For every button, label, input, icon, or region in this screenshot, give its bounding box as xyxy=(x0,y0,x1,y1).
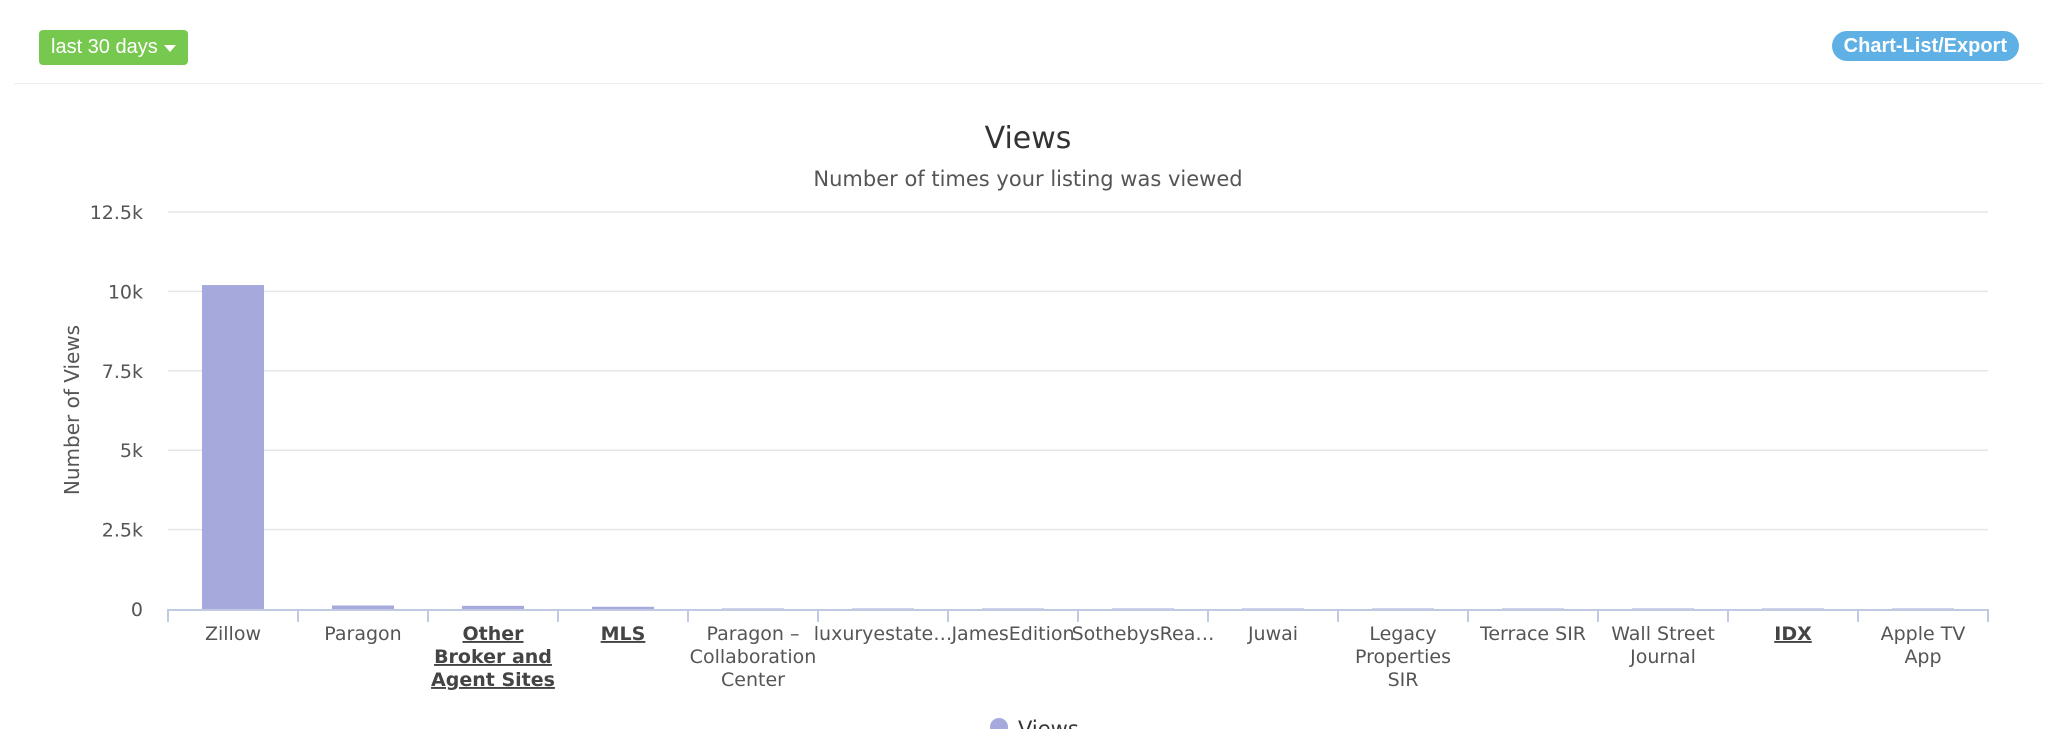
bar-10[interactable] xyxy=(1372,608,1434,610)
chart-subtitle: Number of times your listing was viewed xyxy=(813,167,1242,191)
bar-5[interactable] xyxy=(722,608,784,610)
x-tick-label: Juwai xyxy=(1247,623,1298,645)
bar-13[interactable] xyxy=(1762,608,1824,610)
bar-3[interactable] xyxy=(462,605,524,609)
x-tick-label[interactable]: MLS xyxy=(601,623,646,645)
x-tick-label: Apple TV App xyxy=(1881,623,1966,668)
x-tick-label: Paragon xyxy=(324,623,401,645)
bar-6[interactable] xyxy=(852,608,914,610)
x-tick-label: Terrace SIR xyxy=(1479,623,1586,645)
y-tick-label: 0 xyxy=(131,599,143,621)
chart-legend[interactable]: Views xyxy=(990,717,1079,729)
bar-1[interactable] xyxy=(202,285,264,609)
legend-marker-views xyxy=(990,718,1008,729)
x-tick-label: Legacy Properties SIR xyxy=(1355,623,1451,691)
x-tick-label: SothebysRea… xyxy=(1072,623,1215,645)
y-axis-ticks: 0 2.5k 5k 7.5k 10k 12.5k xyxy=(90,202,143,621)
x-tick-label: Wall Street Journal xyxy=(1611,623,1715,668)
bar-14[interactable] xyxy=(1892,608,1954,610)
bar-7[interactable] xyxy=(982,608,1044,610)
y-tick-label: 10k xyxy=(108,281,143,303)
bar-12[interactable] xyxy=(1632,608,1694,610)
bar-9[interactable] xyxy=(1242,608,1304,610)
bar-2[interactable] xyxy=(332,605,394,609)
y-tick-label: 7.5k xyxy=(102,361,143,383)
x-tick-label: JamesEdition xyxy=(950,623,1074,645)
grid-lines xyxy=(168,211,1988,531)
x-tick-label: luxuryestate… xyxy=(814,623,952,645)
y-tick-label: 12.5k xyxy=(90,202,143,224)
views-chart: Views Number of times your listing was v… xyxy=(60,121,1989,729)
legend-label-views[interactable]: Views xyxy=(1018,717,1079,729)
bar-11[interactable] xyxy=(1502,608,1564,610)
bar-4[interactable] xyxy=(592,606,654,609)
y-tick-label: 5k xyxy=(120,440,143,462)
x-tick-label[interactable]: IDX xyxy=(1774,623,1812,645)
y-axis-title: Number of Views xyxy=(60,325,84,495)
bars xyxy=(202,285,1954,609)
x-tick-label: Zillow xyxy=(205,623,261,645)
x-tick-label[interactable]: Other Broker and Agent Sites xyxy=(431,623,555,691)
bar-8[interactable] xyxy=(1112,608,1174,610)
y-tick-label: 2.5k xyxy=(102,520,143,542)
chart-title: Views xyxy=(985,121,1072,156)
x-tick-label: Paragon – Collaboration Center xyxy=(690,623,817,691)
x-axis-labels: Zillow Paragon Other Broker and Agent Sites M… xyxy=(205,623,1965,691)
x-axis xyxy=(167,609,1989,622)
